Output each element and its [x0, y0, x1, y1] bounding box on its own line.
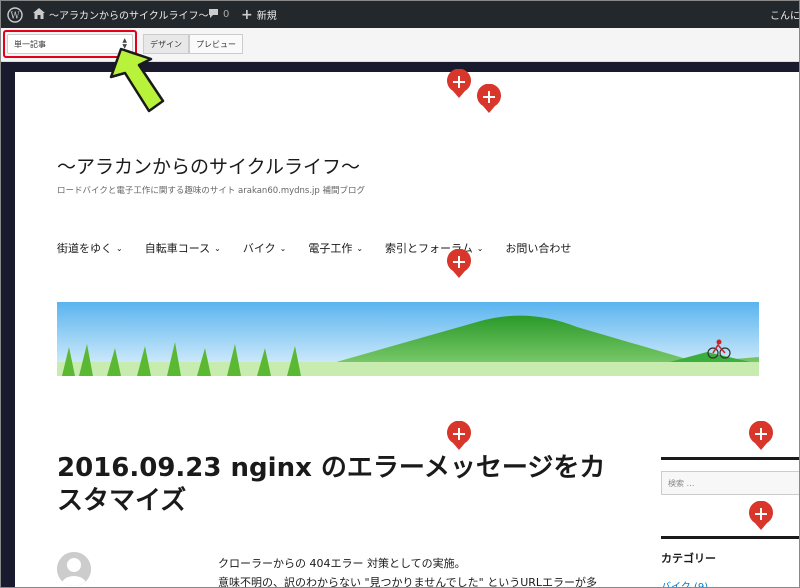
post-title[interactable]: 2016.09.23 nginx のエラーメッセージをカスタマイズ	[57, 452, 627, 518]
chevron-down-icon: ⌄	[214, 243, 221, 253]
comments-count: 0	[223, 9, 230, 20]
comment-icon	[208, 8, 219, 22]
nav-item-course[interactable]: 自転車コース ⌄	[145, 240, 221, 256]
nav-item-contact[interactable]: お問い合わせ	[505, 240, 571, 256]
search-placeholder: 検索 …	[668, 478, 695, 488]
sidebar-divider	[661, 536, 799, 539]
svg-text:W: W	[10, 11, 20, 21]
header-banner-image	[57, 302, 759, 376]
nav-item-bike[interactable]: バイク ⌄	[243, 240, 286, 256]
admin-bar-new[interactable]: + 新規	[241, 1, 277, 28]
post-content: クローラーからの 404エラー 対策としての実施。 意味不明の、訳のわからない …	[218, 554, 638, 588]
admin-bar: W 〜アラカンからのサイクルライフ〜 0 + 新規 こんに	[1, 1, 799, 28]
greeting-text: こんに	[770, 11, 800, 22]
add-widget-plus-icon[interactable]	[748, 500, 774, 530]
wordpress-logo-icon[interactable]: W	[7, 1, 23, 28]
main-navigation: 街道をゆく ⌄ 自転車コース ⌄ バイク ⌄ 電子工作 ⌄ 索引とフォーラム ⌄ お問い合…	[57, 240, 593, 256]
post-paragraph: 意味不明の、訳のわからない "見つかりませんでした" というURLエラーが多	[218, 576, 598, 588]
nav-item-electronics[interactable]: 電子工作 ⌄	[308, 240, 363, 256]
new-label: 新規	[256, 11, 277, 22]
site-preview: 〜アラカンからのサイクルライフ〜 ロードバイクと電子工作に関する趣味のサイト a…	[15, 72, 799, 588]
admin-bar-site-link[interactable]: 〜アラカンからのサイクルライフ〜	[33, 1, 209, 28]
admin-bar-greeting[interactable]: こんに	[766, 1, 800, 28]
chevron-down-icon: ⌄	[116, 243, 123, 253]
site-title[interactable]: 〜アラカンからのサイクルライフ〜	[57, 152, 360, 179]
author-avatar	[57, 552, 91, 586]
preview-pane: 〜アラカンからのサイクルライフ〜 ロードバイクと電子工作に関する趣味のサイト a…	[1, 62, 799, 587]
nav-label: 電子工作	[308, 242, 353, 255]
search-input[interactable]: 検索 …	[661, 471, 799, 495]
category-link[interactable]: バイク (9)	[661, 578, 708, 587]
chevron-down-icon: ⌄	[476, 243, 484, 253]
customizer-window: W 〜アラカンからのサイクルライフ〜 0 + 新規 こんに 単一記事 ▲ ▼ デ…	[0, 0, 800, 588]
add-widget-plus-icon[interactable]	[446, 420, 472, 450]
chevron-down-icon: ⌄	[279, 243, 287, 253]
template-select-value: 単一記事	[14, 39, 46, 49]
nav-label: 自転車コース	[144, 242, 211, 255]
post-paragraph: クローラーからの 404エラー 対策としての実施。	[218, 557, 466, 570]
sidebar-divider	[661, 457, 799, 460]
add-widget-plus-icon[interactable]	[446, 68, 472, 98]
plus-icon: +	[241, 6, 253, 23]
nav-label: バイク	[242, 242, 276, 255]
home-icon	[33, 7, 45, 22]
nav-label: お問い合わせ	[505, 242, 572, 255]
nav-label: 街道をゆく	[57, 242, 112, 255]
category-heading: カテゴリー	[661, 552, 716, 565]
add-widget-plus-icon[interactable]	[476, 83, 502, 113]
pointer-arrow-annotation	[109, 47, 169, 113]
nav-item-kaido[interactable]: 街道をゆく ⌄	[57, 240, 123, 256]
admin-bar-site-name: 〜アラカンからのサイクルライフ〜	[49, 11, 209, 22]
preview-button[interactable]: プレビュー	[189, 34, 243, 54]
chevron-down-icon: ⌄	[356, 243, 364, 253]
add-widget-plus-icon[interactable]	[446, 248, 472, 278]
admin-bar-comments[interactable]: 0	[208, 1, 229, 28]
site-description: ロードバイクと電子工作に関する趣味のサイト arakan60.mydns.jp …	[57, 186, 366, 196]
add-widget-plus-icon[interactable]	[748, 420, 774, 450]
